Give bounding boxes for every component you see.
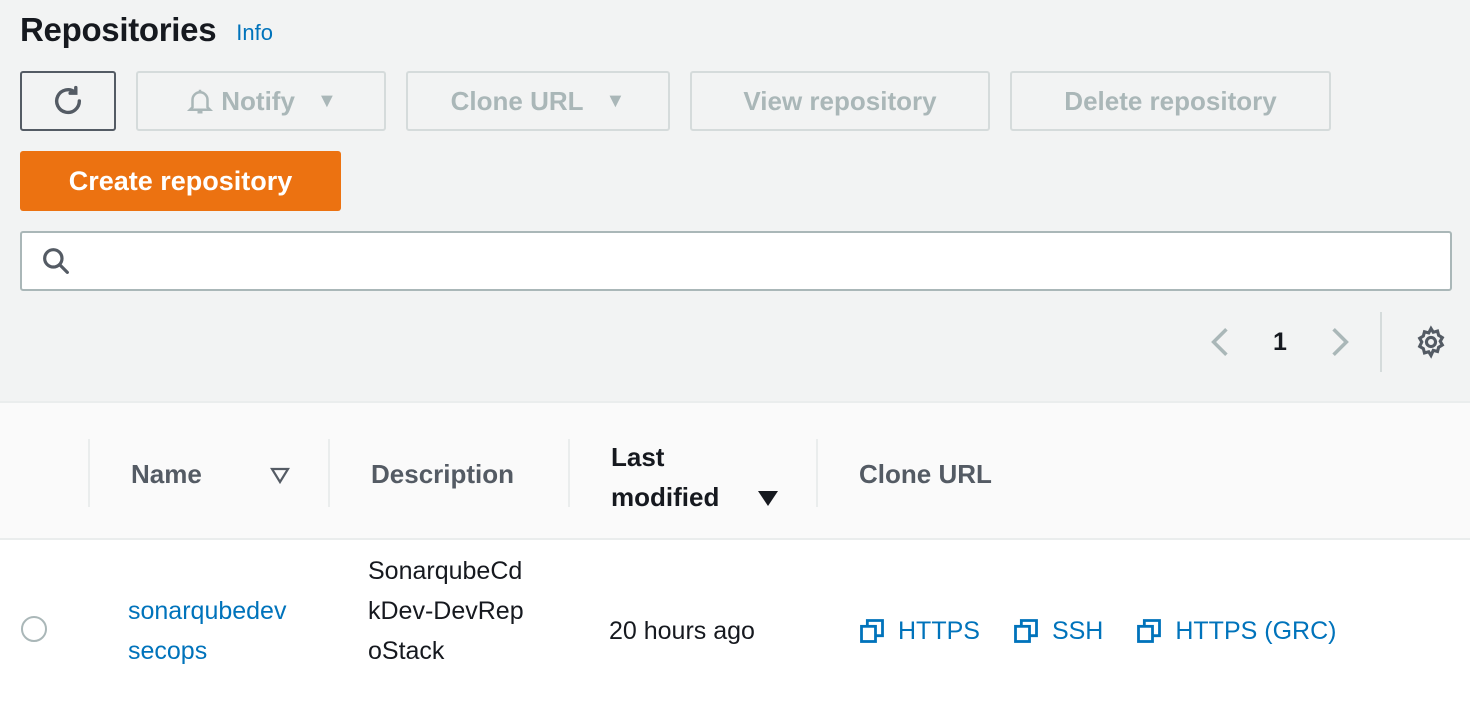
view-repository-label: View repository <box>743 85 937 116</box>
column-header-last-modified-line1: Last <box>611 442 665 472</box>
chevron-right-icon[interactable] <box>1320 326 1360 358</box>
copy-icon <box>1137 619 1162 643</box>
clone-https-grc-label: HTTPS (GRC) <box>1175 617 1337 645</box>
clone-https-label: HTTPS <box>898 617 980 645</box>
clone-https-link[interactable]: HTTPS <box>858 611 980 651</box>
column-header-clone-url: Clone URL <box>859 459 992 489</box>
search-icon <box>40 245 72 277</box>
delete-repository-label: Delete repository <box>1064 85 1277 116</box>
repository-last-modified: 20 hours ago <box>609 617 755 645</box>
page-title: Repositories <box>20 11 217 48</box>
refresh-button[interactable] <box>20 71 116 131</box>
repository-name-link[interactable]: sonarqubedevsecops <box>128 591 288 671</box>
delete-repository-button[interactable]: Delete repository <box>1010 71 1331 131</box>
sort-icon[interactable] <box>270 461 290 492</box>
divider <box>1380 312 1382 372</box>
chevron-left-icon[interactable] <box>1200 326 1240 358</box>
gear-icon[interactable] <box>1414 325 1448 359</box>
column-divider <box>88 439 90 507</box>
column-header-name[interactable]: Name <box>131 459 202 490</box>
search-bar[interactable] <box>20 231 1452 291</box>
sort-descending-icon[interactable] <box>757 483 779 514</box>
repository-description: SonarqubeCdkDev-DevRepoStack <box>368 557 524 665</box>
info-link[interactable]: Info <box>236 20 273 46</box>
clone-url-button[interactable]: Clone URL ▼ <box>406 71 670 131</box>
column-header-last-modified[interactable]: Last modified <box>611 437 719 517</box>
row-select-radio[interactable] <box>21 616 47 642</box>
clone-ssh-link[interactable]: SSH <box>1012 611 1103 651</box>
clone-url-label: Clone URL <box>450 85 584 116</box>
page-number[interactable]: 1 <box>1260 328 1300 357</box>
caret-down-icon: ▼ <box>605 89 626 112</box>
column-header-description: Description <box>371 459 515 489</box>
create-repository-button[interactable]: Create repository <box>20 151 341 211</box>
view-repository-button[interactable]: View repository <box>690 71 990 131</box>
bell-icon <box>185 86 215 116</box>
refresh-icon <box>54 85 82 115</box>
table-row: sonarqubedevsecops SonarqubeCdkDev-DevRe… <box>0 540 1470 714</box>
clone-links: HTTPS SSH HTTPS (GRC) <box>858 611 1368 651</box>
column-divider <box>816 439 818 507</box>
column-divider <box>568 439 570 507</box>
clone-ssh-label: SSH <box>1051 617 1104 645</box>
column-divider <box>328 439 330 507</box>
notify-label: Notify <box>221 85 295 116</box>
page-header: Repositories Info <box>20 10 273 50</box>
clone-https-grc-link[interactable]: HTTPS (GRC) <box>1135 611 1336 651</box>
search-input[interactable] <box>86 233 1450 289</box>
table-header: Name Description Last modified Clone URL <box>0 401 1470 540</box>
pagination: 1 <box>1200 312 1470 372</box>
column-header-last-modified-line2: modified <box>611 482 720 512</box>
caret-down-icon: ▼ <box>316 89 337 112</box>
copy-icon <box>1014 619 1038 643</box>
copy-icon <box>860 619 884 643</box>
notify-button[interactable]: Notify ▼ <box>136 71 386 131</box>
